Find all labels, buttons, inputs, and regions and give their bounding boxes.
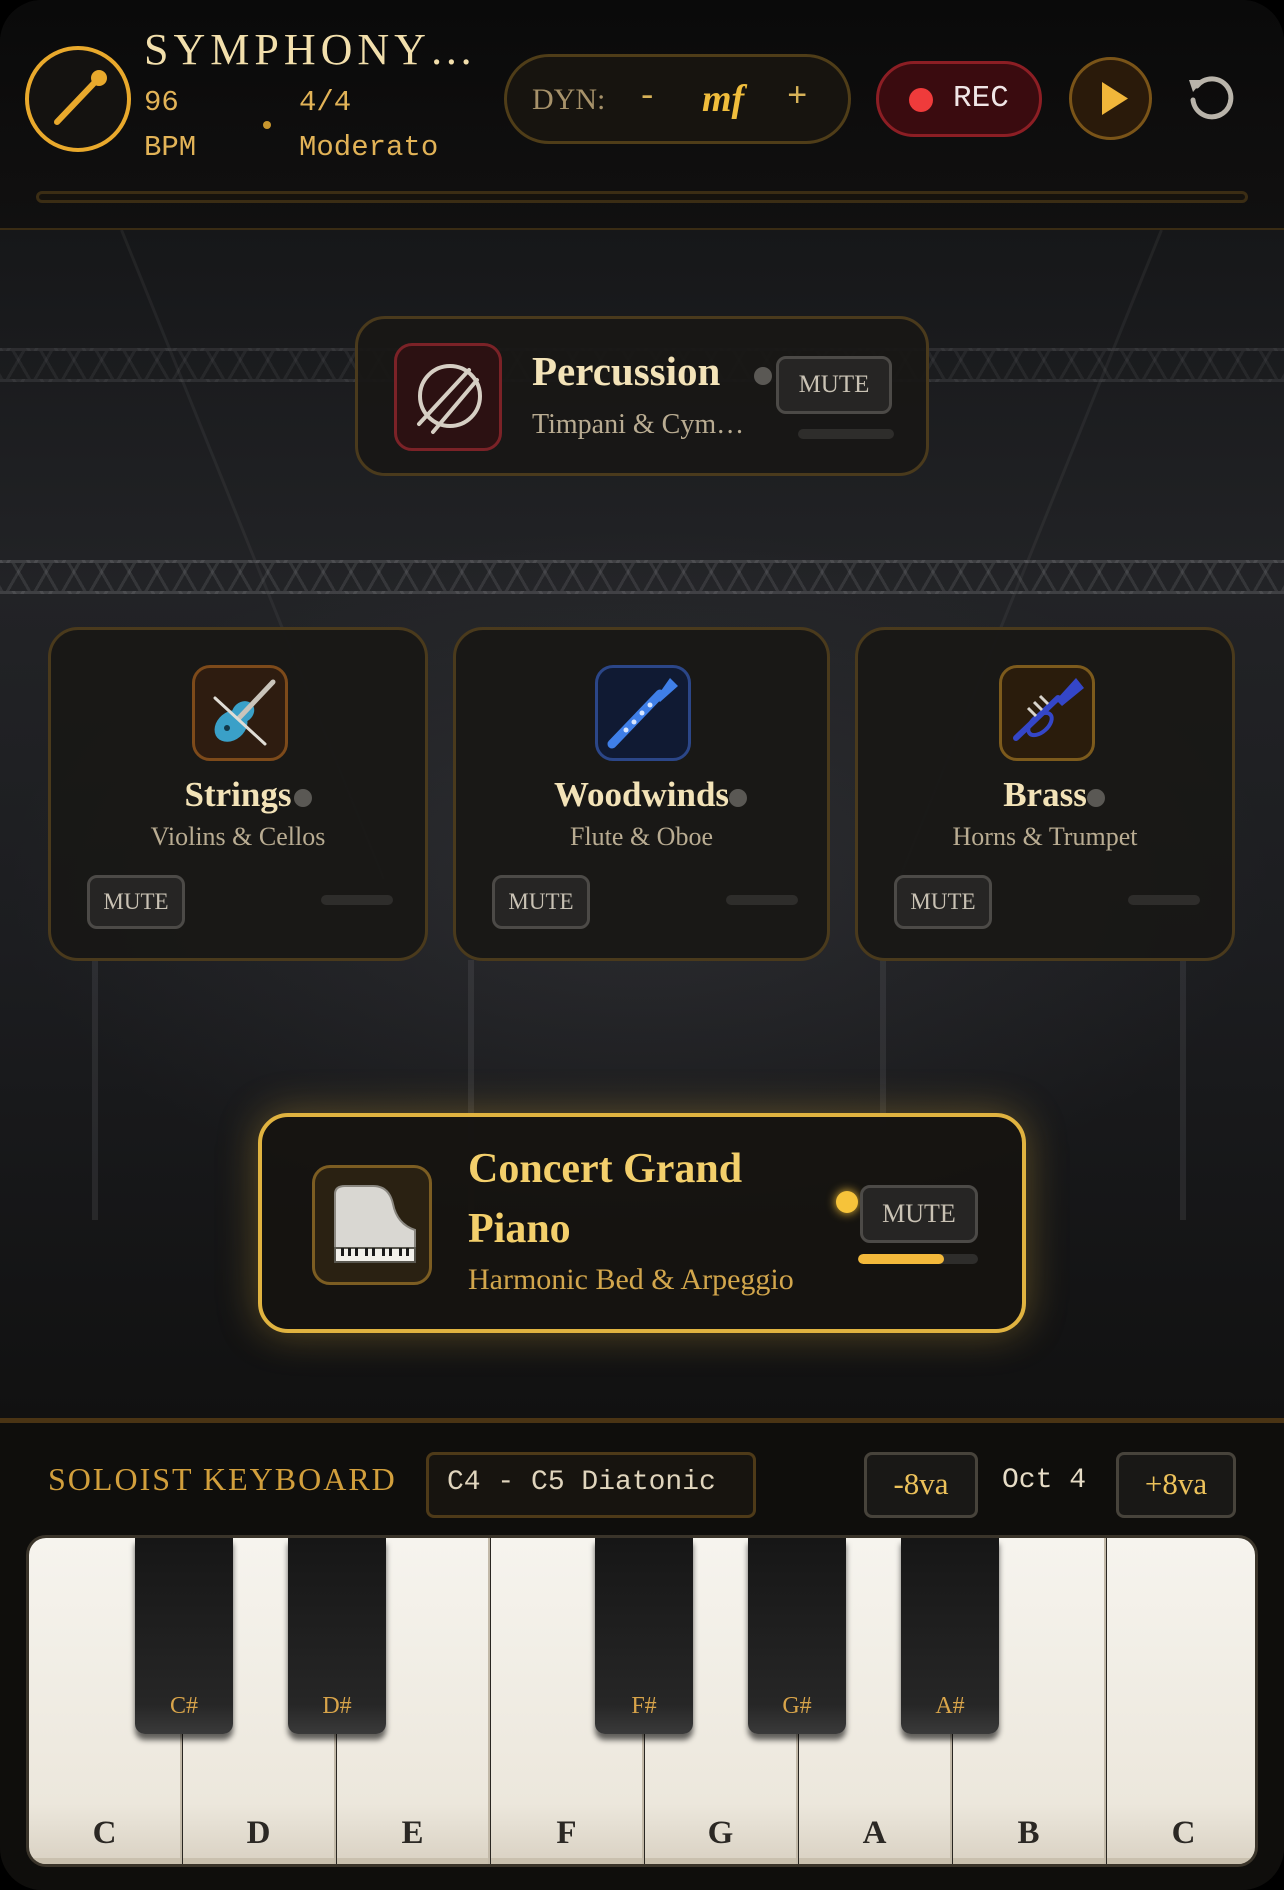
octave-down-button[interactable]: -8va — [864, 1452, 978, 1518]
section-subtitle: Violins & Cellos — [150, 822, 326, 851]
section-card-brass[interactable]: Brass Horns & Trumpet MUTE — [855, 627, 1235, 961]
section-subtitle: Harmonic Bed & Arpeggio — [468, 1263, 794, 1296]
mute-button[interactable]: MUTE — [492, 875, 590, 929]
baton-icon — [54, 70, 107, 125]
key-label: F — [556, 1815, 577, 1851]
section-name: Strings — [184, 775, 292, 814]
stage-pillar — [1180, 960, 1186, 1220]
soloist-keyboard-panel: SOLOIST KEYBOARD C4 - C5 Diatonic -8va O… — [0, 1418, 1284, 1890]
section-subtitle: Horns & Trumpet — [952, 822, 1138, 851]
dynamics-decrease-button[interactable]: - — [637, 79, 657, 117]
section-card-percussion[interactable]: Percussion Timpani & Cym… MUTE — [355, 316, 929, 476]
section-level-meter — [321, 895, 393, 905]
section-level-meter — [798, 429, 894, 439]
octave-label: Oct 4 — [1002, 1465, 1087, 1496]
key-label: D — [246, 1815, 271, 1851]
section-card-woodwinds[interactable]: Woodwinds Flute & Oboe MUTE — [453, 627, 830, 961]
key-label: A — [862, 1815, 887, 1851]
mute-button[interactable]: MUTE — [894, 875, 992, 929]
app-frame: SYMPHONY ... 96 BPM 4/4 Moderato DYN: - … — [0, 0, 1284, 1890]
keyboard-label: SOLOIST KEYBOARD — [48, 1461, 397, 1497]
woodwinds-icon-box — [595, 665, 691, 761]
stage-pillar — [92, 960, 98, 1220]
section-subtitle: Flute & Oboe — [570, 822, 713, 851]
piano-icon-box — [312, 1165, 432, 1285]
key-label: C — [1171, 1815, 1196, 1851]
key-label: G — [707, 1815, 734, 1851]
key-label: C — [92, 1815, 117, 1851]
time-signature: 4/4 — [299, 86, 352, 119]
dynamics-increase-button[interactable]: + — [787, 79, 807, 117]
piano-keyboard: C D E F G A B C C# D# F# G# A# — [26, 1535, 1258, 1867]
dynamics-label: DYN: — [532, 83, 606, 116]
record-label: REC — [953, 81, 1009, 116]
trumpet-icon — [1013, 678, 1084, 741]
section-level-meter — [858, 1254, 978, 1264]
app-title: SYMPHONY ... — [144, 25, 484, 74]
tempo-value: 96 — [144, 86, 179, 119]
key-label: E — [401, 1815, 424, 1851]
section-name: Concert Grand Piano — [468, 1146, 743, 1252]
section-card-piano[interactable]: Concert Grand Piano Harmonic Bed & Arpeg… — [258, 1113, 1026, 1333]
key-label: C# — [169, 1693, 198, 1719]
section-name: Woodwinds — [553, 775, 730, 814]
play-icon — [1102, 82, 1128, 115]
level-fill — [858, 1254, 945, 1264]
play-button[interactable] — [1069, 57, 1152, 140]
stage-truss — [0, 560, 1284, 594]
black-key[interactable]: G# — [748, 1538, 846, 1734]
key-label: A# — [935, 1693, 965, 1719]
brass-icon-box — [999, 665, 1095, 761]
black-key[interactable]: F# — [595, 1538, 693, 1734]
meter-readout[interactable]: 4/4 Moderato — [299, 80, 438, 170]
section-subtitle: Timpani & Cym… — [532, 409, 745, 440]
section-status-dot — [729, 789, 747, 807]
strings-icon-box — [192, 665, 288, 761]
reset-icon[interactable] — [1183, 70, 1239, 126]
section-level-meter — [1128, 895, 1200, 905]
tempo-marking: Moderato — [299, 131, 439, 164]
section-name: Brass — [1003, 775, 1087, 814]
section-status-dot — [1087, 789, 1105, 807]
section-name: Percussion — [532, 348, 721, 394]
key-label: F# — [631, 1693, 657, 1719]
section-status-dot — [754, 367, 772, 385]
octave-up-button[interactable]: +8va — [1116, 1452, 1236, 1518]
section-level-meter — [726, 895, 798, 905]
playback-progress-bar[interactable] — [36, 191, 1248, 203]
record-dot-icon — [909, 88, 933, 112]
tempo-readout[interactable]: 96 BPM — [144, 80, 196, 170]
section-status-dot-active — [836, 1191, 858, 1213]
transport-header: SYMPHONY ... 96 BPM 4/4 Moderato DYN: - … — [0, 0, 1284, 230]
white-key[interactable]: C — [1107, 1538, 1255, 1864]
mute-button[interactable]: MUTE — [776, 356, 892, 414]
black-key[interactable]: D# — [288, 1538, 386, 1734]
dynamics-control: DYN: - mf + — [504, 54, 851, 144]
key-label: G# — [782, 1693, 812, 1719]
key-label: D# — [322, 1693, 352, 1719]
section-status-dot — [294, 789, 312, 807]
record-button[interactable]: REC — [876, 61, 1042, 137]
conductor-button[interactable] — [25, 46, 131, 152]
tempo-unit: BPM — [144, 131, 197, 164]
section-card-strings[interactable]: Strings Violins & Cellos MUTE — [48, 627, 428, 961]
black-key[interactable]: A# — [901, 1538, 999, 1734]
grand-piano-icon — [334, 1185, 416, 1263]
keyboard-range-select[interactable]: C4 - C5 Diatonic — [426, 1452, 756, 1518]
key-label: B — [1017, 1815, 1040, 1851]
mute-button[interactable]: MUTE — [87, 875, 185, 929]
violin-icon — [213, 679, 276, 746]
separator-dot — [263, 121, 271, 129]
clarinet-icon — [607, 678, 678, 749]
mute-button[interactable]: MUTE — [860, 1185, 978, 1243]
drum-icon — [417, 364, 482, 434]
black-key[interactable]: C# — [135, 1538, 233, 1734]
percussion-icon-box — [394, 343, 502, 451]
dynamics-value: mf — [702, 78, 745, 120]
